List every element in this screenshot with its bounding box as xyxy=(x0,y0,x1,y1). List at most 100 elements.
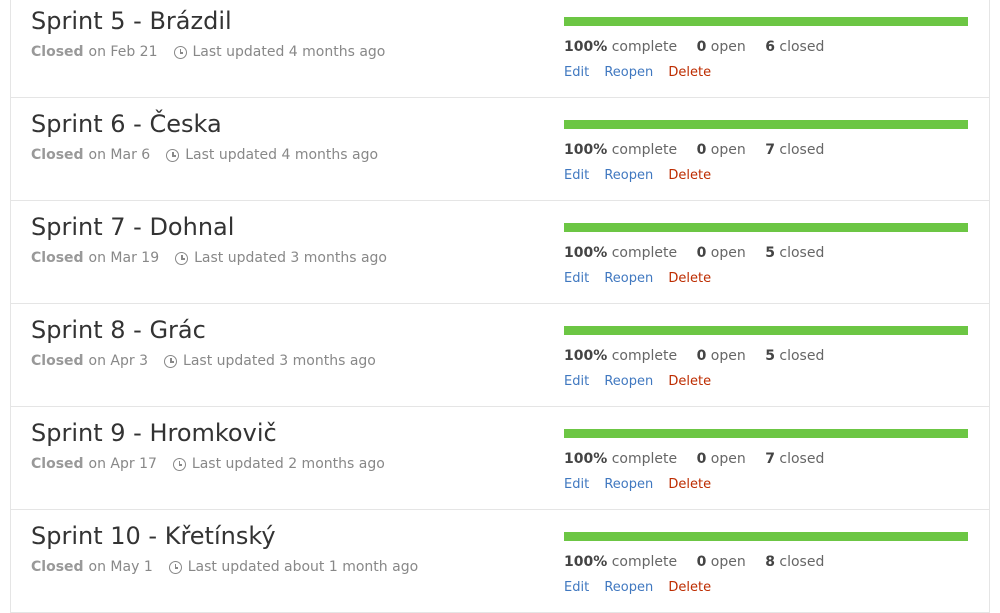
milestone-title[interactable]: Sprint 5 - Brázdil xyxy=(31,7,232,35)
closed-date: on Mar 19 xyxy=(88,250,160,266)
clock-icon xyxy=(166,148,180,162)
reopen-link[interactable]: Reopen xyxy=(604,580,653,595)
milestone-row: Sprint 5 - Brázdil Closed on Feb 21 Last… xyxy=(11,0,989,98)
milestone-meta: Closed on Apr 17 Last updated 2 months a… xyxy=(31,456,385,472)
last-updated-text: Last updated 3 months ago xyxy=(194,250,387,266)
milestone-title[interactable]: Sprint 7 - Dohnal xyxy=(31,213,234,241)
closed-count: 5 xyxy=(765,348,775,364)
clock-icon xyxy=(172,457,186,471)
closed-label: closed xyxy=(779,451,825,467)
last-updated: Last updated 4 months ago xyxy=(173,44,386,60)
closed-count: 7 xyxy=(765,451,775,467)
delete-link[interactable]: Delete xyxy=(668,374,711,389)
closed-date: on Mar 6 xyxy=(88,147,151,163)
percent-complete: 100% xyxy=(564,142,608,158)
last-updated: Last updated 3 months ago xyxy=(164,353,376,369)
last-updated-text: Last updated about 1 month ago xyxy=(187,559,419,575)
state-label: Closed xyxy=(31,559,84,575)
milestone-row: Sprint 9 - Hromkovič Closed on Apr 17 La… xyxy=(11,407,989,510)
reopen-link[interactable]: Reopen xyxy=(604,65,653,80)
complete-label: complete xyxy=(611,554,678,570)
milestone-meta: Closed on Mar 6 Last updated 4 months ag… xyxy=(31,147,378,163)
reopen-link[interactable]: Reopen xyxy=(604,168,653,183)
milestone-title[interactable]: Sprint 8 - Grác xyxy=(31,316,206,344)
milestone-stats: 100% complete 0 open 6 closed xyxy=(564,39,824,55)
delete-link[interactable]: Delete xyxy=(668,477,711,492)
progress-bar xyxy=(564,326,968,335)
progress-bar xyxy=(564,429,968,438)
progress-bar xyxy=(564,223,968,232)
edit-link[interactable]: Edit xyxy=(564,271,589,286)
last-updated: Last updated 4 months ago xyxy=(166,147,378,163)
milestone-stats: 100% complete 0 open 8 closed xyxy=(564,554,824,570)
reopen-link[interactable]: Reopen xyxy=(604,477,653,492)
delete-link[interactable]: Delete xyxy=(668,65,711,80)
delete-link[interactable]: Delete xyxy=(668,580,711,595)
milestone-row: Sprint 8 - Grác Closed on Apr 3 Last upd… xyxy=(11,304,989,407)
closed-label: closed xyxy=(779,142,825,158)
edit-link[interactable]: Edit xyxy=(564,580,589,595)
progress-bar-fill xyxy=(564,326,968,335)
milestone-title[interactable]: Sprint 9 - Hromkovič xyxy=(31,419,277,447)
milestone-actions: Edit Reopen Delete xyxy=(564,477,722,492)
milestone-meta: Closed on May 1 Last updated about 1 mon… xyxy=(31,559,418,575)
reopen-link[interactable]: Reopen xyxy=(604,271,653,286)
delete-link[interactable]: Delete xyxy=(668,168,711,183)
state-label: Closed xyxy=(31,44,84,60)
clock-icon xyxy=(173,45,187,59)
complete-label: complete xyxy=(611,245,678,261)
progress-bar-fill xyxy=(564,120,968,129)
clock-icon xyxy=(164,354,178,368)
closed-date: on Apr 3 xyxy=(88,353,149,369)
reopen-link[interactable]: Reopen xyxy=(604,374,653,389)
open-count: 0 xyxy=(696,245,707,261)
progress-bar xyxy=(564,532,968,541)
open-count: 0 xyxy=(696,348,707,364)
last-updated: Last updated 2 months ago xyxy=(172,456,385,472)
complete-label: complete xyxy=(611,39,678,55)
milestone-title[interactable]: Sprint 6 - Česka xyxy=(31,110,222,138)
closed-count: 6 xyxy=(765,39,775,55)
progress-bar xyxy=(564,17,968,26)
progress-bar-fill xyxy=(564,223,968,232)
open-label: open xyxy=(710,554,746,570)
percent-complete: 100% xyxy=(564,554,608,570)
edit-link[interactable]: Edit xyxy=(564,477,589,492)
last-updated-text: Last updated 4 months ago xyxy=(185,147,379,163)
milestone-row: Sprint 10 - Křetínský Closed on May 1 La… xyxy=(11,510,989,613)
milestone-meta: Closed on Feb 21 Last updated 4 months a… xyxy=(31,44,385,60)
open-count: 0 xyxy=(696,142,707,158)
edit-link[interactable]: Edit xyxy=(564,168,589,183)
closed-date: on Apr 17 xyxy=(88,456,157,472)
milestone-actions: Edit Reopen Delete xyxy=(564,580,722,595)
progress-bar xyxy=(564,120,968,129)
milestone-row: Sprint 7 - Dohnal Closed on Mar 19 Last … xyxy=(11,201,989,304)
milestone-title[interactable]: Sprint 10 - Křetínský xyxy=(31,522,276,550)
closed-count: 8 xyxy=(765,554,775,570)
open-count: 0 xyxy=(696,451,707,467)
complete-label: complete xyxy=(611,348,678,364)
closed-date: on May 1 xyxy=(88,559,153,575)
milestone-actions: Edit Reopen Delete xyxy=(564,271,722,286)
complete-label: complete xyxy=(611,142,678,158)
milestone-row: Sprint 6 - Česka Closed on Mar 6 Last up… xyxy=(11,98,989,201)
percent-complete: 100% xyxy=(564,451,608,467)
open-count: 0 xyxy=(696,39,707,55)
percent-complete: 100% xyxy=(564,39,608,55)
open-label: open xyxy=(710,39,746,55)
open-label: open xyxy=(710,348,746,364)
state-label: Closed xyxy=(31,147,84,163)
edit-link[interactable]: Edit xyxy=(564,65,589,80)
milestone-stats: 100% complete 0 open 5 closed xyxy=(564,245,824,261)
delete-link[interactable]: Delete xyxy=(668,271,711,286)
milestone-actions: Edit Reopen Delete xyxy=(564,374,722,389)
progress-bar-fill xyxy=(564,429,968,438)
progress-bar-fill xyxy=(564,532,968,541)
edit-link[interactable]: Edit xyxy=(564,374,589,389)
milestone-meta: Closed on Apr 3 Last updated 3 months ag… xyxy=(31,353,376,369)
progress-bar-fill xyxy=(564,17,968,26)
last-updated-text: Last updated 4 months ago xyxy=(192,44,386,60)
closed-date: on Feb 21 xyxy=(88,44,158,60)
milestone-stats: 100% complete 0 open 7 closed xyxy=(564,451,824,467)
last-updated-text: Last updated 2 months ago xyxy=(191,456,385,472)
